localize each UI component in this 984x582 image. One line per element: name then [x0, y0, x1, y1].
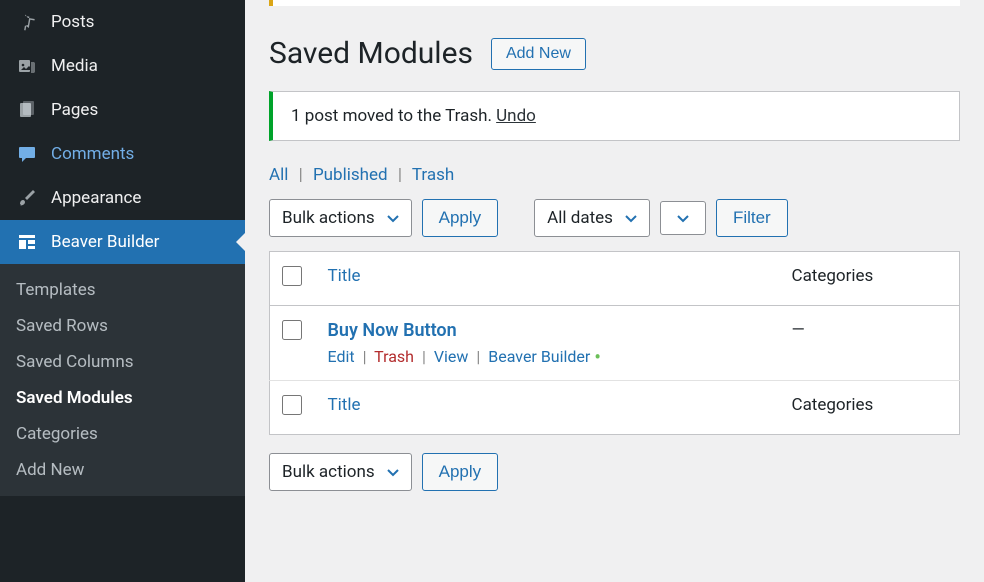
- view-link[interactable]: View: [434, 347, 469, 366]
- row-actions: Edit | Trash | View | Beaver Builder •: [328, 347, 768, 366]
- chevron-down-icon: [675, 210, 691, 226]
- pages-icon: [15, 98, 39, 122]
- trash-link[interactable]: Trash: [374, 347, 414, 366]
- notice-text: 1 post moved to the Trash.: [291, 106, 496, 126]
- page-title: Saved Modules: [269, 36, 473, 71]
- chevron-down-icon: [623, 210, 639, 226]
- submenu-item-categories[interactable]: Categories: [0, 416, 245, 452]
- media-icon: [15, 54, 39, 78]
- comment-icon: [15, 142, 39, 166]
- sidebar-submenu: Templates Saved Rows Saved Columns Saved…: [0, 264, 245, 496]
- add-new-button[interactable]: Add New: [491, 38, 586, 70]
- brush-icon: [15, 186, 39, 210]
- submenu-item-add-new[interactable]: Add New: [0, 452, 245, 488]
- sidebar-item-beaver-builder[interactable]: Beaver Builder: [0, 220, 245, 264]
- column-header-categories: Categories: [780, 252, 960, 306]
- list-toolbar-bottom: Bulk actions Apply: [269, 453, 960, 491]
- categories-cell: —: [780, 306, 960, 381]
- module-title-link[interactable]: Buy Now Button: [328, 320, 768, 341]
- status-dot-icon: •: [594, 345, 601, 369]
- main-content: Saved Modules Add New 1 post moved to th…: [245, 0, 984, 582]
- select-all-checkbox[interactable]: [282, 266, 302, 286]
- sidebar-item-pages[interactable]: Pages: [0, 88, 245, 132]
- filter-button[interactable]: Filter: [716, 199, 788, 237]
- bulk-actions-label: Bulk actions: [282, 462, 375, 482]
- sidebar-item-label: Beaver Builder: [51, 232, 159, 252]
- sidebar-item-label: Pages: [51, 100, 98, 120]
- bulk-actions-label: Bulk actions: [282, 208, 375, 228]
- date-filter-select[interactable]: All dates: [534, 199, 650, 237]
- column-header-title[interactable]: Title: [328, 266, 361, 286]
- column-footer-title[interactable]: Title: [328, 395, 361, 415]
- sidebar-item-comments[interactable]: Comments: [0, 132, 245, 176]
- filter-published[interactable]: Published: [313, 165, 388, 185]
- date-filter-label: All dates: [547, 208, 613, 228]
- trash-notice: 1 post moved to the Trash. Undo: [269, 91, 960, 141]
- pin-icon: [15, 10, 39, 34]
- modules-table: Title Categories Buy Now Button Edit | T…: [269, 251, 960, 435]
- status-filter-links: All | Published | Trash: [269, 165, 960, 185]
- separator: |: [392, 165, 408, 185]
- beaver-builder-link[interactable]: Beaver Builder: [488, 347, 590, 366]
- apply-button-bottom[interactable]: Apply: [422, 453, 499, 491]
- chevron-down-icon: [385, 210, 401, 226]
- sidebar-item-appearance[interactable]: Appearance: [0, 176, 245, 220]
- edit-link[interactable]: Edit: [328, 347, 355, 366]
- filter-trash[interactable]: Trash: [412, 165, 454, 185]
- layout-icon: [15, 230, 39, 254]
- category-filter-select[interactable]: [660, 201, 706, 235]
- apply-button[interactable]: Apply: [422, 199, 499, 237]
- select-all-checkbox-footer[interactable]: [282, 395, 302, 415]
- prior-notice-strip: [269, 0, 960, 6]
- submenu-item-saved-columns[interactable]: Saved Columns: [0, 344, 245, 380]
- bulk-actions-select-bottom[interactable]: Bulk actions: [269, 453, 412, 491]
- submenu-item-templates[interactable]: Templates: [0, 272, 245, 308]
- separator: |: [293, 165, 309, 185]
- column-footer-categories: Categories: [780, 381, 960, 435]
- sidebar-item-label: Appearance: [51, 188, 141, 208]
- bulk-actions-select[interactable]: Bulk actions: [269, 199, 412, 237]
- undo-link[interactable]: Undo: [496, 106, 536, 126]
- sidebar-item-posts[interactable]: Posts: [0, 0, 245, 44]
- list-toolbar-top: Bulk actions Apply All dates Filter: [269, 199, 960, 237]
- submenu-item-saved-rows[interactable]: Saved Rows: [0, 308, 245, 344]
- admin-sidebar: Posts Media Pages Comments Appearance Be…: [0, 0, 245, 582]
- submenu-item-saved-modules[interactable]: Saved Modules: [0, 380, 245, 416]
- page-header: Saved Modules Add New: [269, 36, 960, 71]
- sidebar-item-label: Comments: [51, 144, 134, 164]
- sidebar-item-label: Media: [51, 56, 98, 76]
- sidebar-item-media[interactable]: Media: [0, 44, 245, 88]
- table-row: Buy Now Button Edit | Trash | View | Bea…: [270, 306, 960, 381]
- row-checkbox[interactable]: [282, 320, 302, 340]
- filter-all[interactable]: All: [269, 165, 288, 185]
- chevron-down-icon: [385, 464, 401, 480]
- sidebar-item-label: Posts: [51, 12, 94, 32]
